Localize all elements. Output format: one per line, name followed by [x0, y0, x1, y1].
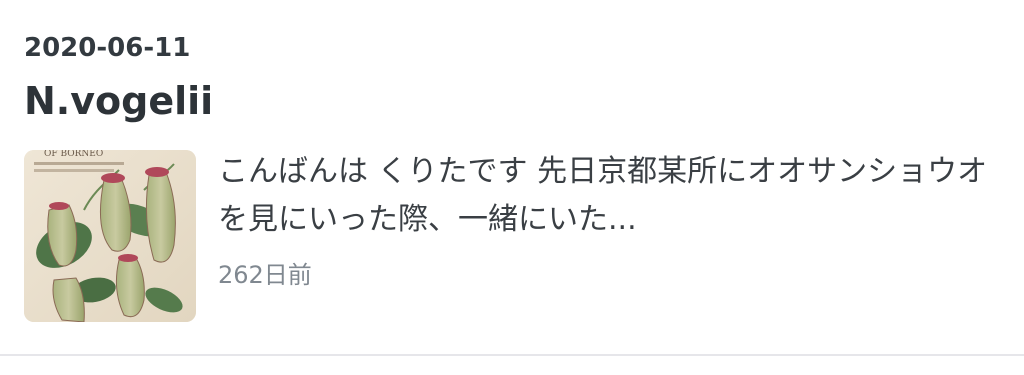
- entry-date: 2020-06-11: [24, 33, 191, 63]
- thumbnail-caption: OF BORNEO: [44, 150, 103, 159]
- blog-entry: 2020-06-11 N.vogelii OF BORNEO こんばんは くりた…: [0, 0, 1024, 375]
- entry-title-link[interactable]: N.vogelii: [24, 76, 213, 126]
- entry-excerpt-link[interactable]: こんばんは くりたです 先日京都某所にオオサンショウオを見にいった際、一緒にいた…: [218, 148, 1008, 244]
- entry-divider: [0, 354, 1024, 356]
- entry-thumbnail[interactable]: OF BORNEO: [24, 150, 196, 322]
- entry-relative-time: 262日前: [218, 261, 312, 289]
- pitcher-plant-illustration-image: OF BORNEO: [24, 150, 196, 322]
